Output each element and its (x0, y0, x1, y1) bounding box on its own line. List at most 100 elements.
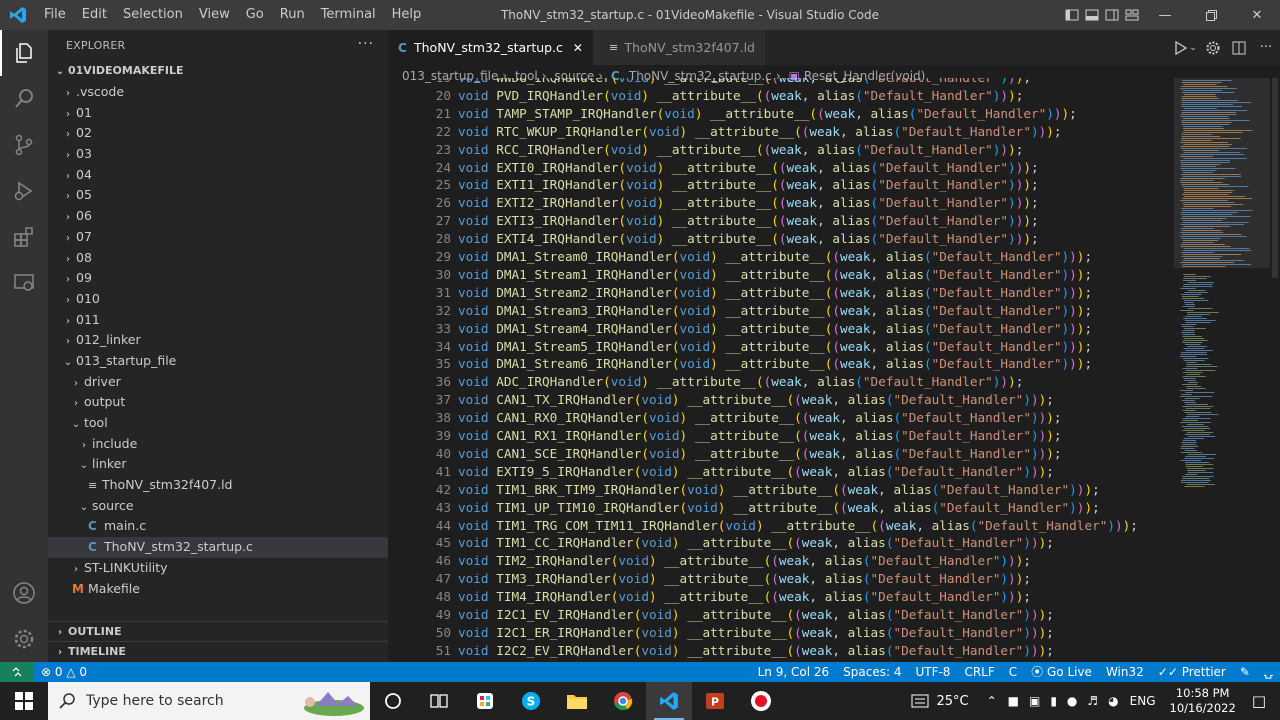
tree-folder[interactable]: › 09 (48, 268, 388, 289)
taskbar-search-box[interactable]: Type here to search (48, 682, 370, 720)
code-line[interactable]: 41 void EXTI9_5_IRQHandler(void) __attrib… (388, 463, 1174, 481)
code-line[interactable]: 33 void DMA1_Stream4_IRQHandler(void) __a… (388, 320, 1174, 338)
tree-folder[interactable]: › .vscode (48, 82, 388, 103)
code-line[interactable]: 39 void CAN1_RX1_IRQHandler(void) __attri… (388, 427, 1174, 445)
code-line[interactable]: 26 void EXTI2_IRQHandler(void) __attribut… (388, 194, 1174, 212)
tree-folder[interactable]: › 05 (48, 185, 388, 206)
code-line[interactable]: 23 void RCC_IRQHandler(void) __attribute_… (388, 141, 1174, 159)
code-line[interactable]: 48 void TIM4_IRQHandler(void) __attribute… (388, 588, 1174, 606)
platform[interactable]: Win32 (1099, 662, 1151, 682)
tree-folder[interactable]: › 08 (48, 248, 388, 269)
tree-folder[interactable]: › output (48, 392, 388, 413)
tree-folder[interactable]: ⌄ linker (48, 454, 388, 475)
more-actions-icon[interactable]: ··· (1252, 33, 1280, 63)
task-view-icon[interactable] (416, 682, 462, 720)
close-tab-icon[interactable]: ✕ (573, 41, 583, 55)
tree-folder[interactable]: › 02 (48, 123, 388, 144)
chevron-up-icon[interactable]: ⌃ (987, 694, 997, 708)
code-line[interactable]: 49 void I2C1_EV_IRQHandler(void) __attrib… (388, 606, 1174, 624)
code-line[interactable]: 30 void DMA1_Stream1_IRQHandler(void) __a… (388, 266, 1174, 284)
slack-app-icon[interactable] (462, 682, 508, 720)
tree-folder[interactable]: › driver (48, 372, 388, 393)
code-line[interactable]: 38 void CAN1_RX0_IRQHandler(void) __attri… (388, 409, 1174, 427)
tree-folder[interactable]: › 011 (48, 310, 388, 331)
explorer-icon[interactable] (0, 30, 48, 76)
code-line[interactable]: 36 void ADC_IRQHandler(void) __attribute_… (388, 373, 1174, 391)
meet-now-icon[interactable]: ■ (1008, 694, 1019, 708)
input-language[interactable]: ENG (1130, 694, 1156, 708)
outline-section[interactable]: › OUTLINE (48, 621, 388, 641)
code-line[interactable]: 19void WWDG_IRQHandler(void) __attribute… (388, 78, 1174, 87)
code-line[interactable]: 32 void DMA1_Stream3_IRQHandler(void) __a… (388, 302, 1174, 320)
tree-folder[interactable]: › ST-LINKUtility (48, 558, 388, 579)
menu-item-selection[interactable]: Selection (115, 0, 191, 30)
more-actions-icon[interactable]: ··· (358, 36, 374, 52)
feedback-icon[interactable]: ✎ (1233, 662, 1257, 682)
screen-recorder-icon[interactable] (738, 682, 784, 720)
windows-start-icon[interactable] (0, 682, 48, 720)
notification-center-icon[interactable]: □ (1252, 692, 1266, 710)
timeline-section[interactable]: › TIMELINE (48, 641, 388, 661)
file-explorer-icon[interactable] (554, 682, 600, 720)
vscode-app-icon[interactable] (646, 682, 692, 720)
cortana-icon[interactable] (370, 682, 416, 720)
code-line[interactable]: 50 void I2C1_ER_IRQHandler(void) __attrib… (388, 624, 1174, 642)
tree-folder[interactable]: › 01 (48, 103, 388, 124)
menu-item-view[interactable]: View (191, 0, 238, 30)
temperature[interactable]: 25°C (936, 694, 968, 709)
code-line[interactable]: 43 void TIM1_UP_TIM10_IRQHandler(void) __… (388, 499, 1174, 517)
tree-folder[interactable]: ⌄ source (48, 496, 388, 517)
scrollbar-thumb[interactable] (1272, 78, 1278, 278)
indentation[interactable]: Spaces: 4 (836, 662, 908, 682)
menu-item-terminal[interactable]: Terminal (313, 0, 384, 30)
toggle-secondary-sidebar-icon[interactable] (1102, 0, 1122, 30)
language-mode[interactable]: C (1002, 662, 1024, 682)
encoding[interactable]: UTF-8 (908, 662, 957, 682)
tree-file[interactable]: ≡ ThoNV_stm32f407.ld (48, 475, 388, 496)
source-control-icon[interactable] (0, 122, 48, 168)
code-line[interactable]: 25 void EXTI1_IRQHandler(void) __attribut… (388, 176, 1174, 194)
run-debug-icon[interactable] (0, 168, 48, 214)
cursor-position[interactable]: Ln 9, Col 26 (751, 662, 837, 682)
tree-folder[interactable]: › 07 (48, 227, 388, 248)
prettier-status[interactable]: ✓✓ Prettier (1151, 662, 1233, 682)
accounts-icon[interactable] (0, 570, 48, 616)
tree-folder[interactable]: ⌄ 013_startup_file (48, 351, 388, 372)
code-line[interactable]: 40 void CAN1_SCE_IRQHandler(void) __attri… (388, 445, 1174, 463)
battery-icon[interactable]: ▮ (1050, 694, 1057, 708)
chrome-app-icon[interactable] (600, 682, 646, 720)
microphone-icon[interactable]: ● (1067, 694, 1077, 708)
tab-startup-c[interactable]: C ThoNV_stm32_startup.c ✕ (388, 30, 593, 65)
code-line[interactable]: 22 void RTC_WKUP_IRQHandler(void) __attri… (388, 123, 1174, 141)
toggle-panel-icon[interactable] (1082, 0, 1102, 30)
tree-folder[interactable]: › 06 (48, 206, 388, 227)
problems-indicator[interactable]: ⊗ 0 △ 0 (34, 662, 94, 682)
menu-item-file[interactable]: File (36, 0, 74, 30)
code-line[interactable]: 20 void PVD_IRQHandler(void) __attribute_… (388, 87, 1174, 105)
code-line[interactable]: 37 void CAN1_TX_IRQHandler(void) __attrib… (388, 391, 1174, 409)
tree-folder[interactable]: › include (48, 434, 388, 455)
code-line[interactable]: 44 void TIM1_TRG_COM_TIM11_IRQHandler(voi… (388, 517, 1174, 535)
code-line[interactable]: 21 void TAMP_STAMP_IRQHandler(void) __att… (388, 105, 1174, 123)
skype-app-icon[interactable]: S (508, 682, 554, 720)
code-line[interactable]: 35 void DMA1_Stream6_IRQHandler(void) __a… (388, 355, 1174, 373)
settings-gear-icon[interactable] (1200, 33, 1226, 63)
run-code-icon[interactable]: ⌄ (1170, 33, 1200, 63)
code-line[interactable]: 34 void DMA1_Stream5_IRQHandler(void) __a… (388, 338, 1174, 356)
code-line[interactable]: 31 void DMA1_Stream2_IRQHandler(void) __a… (388, 284, 1174, 302)
code-line[interactable]: 51 void I2C2_EV_IRQHandler(void) __attrib… (388, 642, 1174, 660)
remote-explorer-icon[interactable] (0, 260, 48, 306)
code-line[interactable]: 45 void TIM1_CC_IRQHandler(void) __attrib… (388, 534, 1174, 552)
extensions-icon[interactable] (0, 214, 48, 260)
minimize-button[interactable]: — (1142, 0, 1188, 30)
tree-file[interactable]: C ThoNV_stm32_startup.c (48, 537, 388, 558)
clock[interactable]: 10:58 PM 10/16/2022 (1162, 686, 1244, 716)
menu-item-go[interactable]: Go (238, 0, 272, 30)
code-line[interactable]: 47 void TIM3_IRQHandler(void) __attribute… (388, 570, 1174, 588)
tree-file[interactable]: M Makefile (48, 579, 388, 600)
code-line[interactable]: 27 void EXTI3_IRQHandler(void) __attribut… (388, 212, 1174, 230)
menu-item-edit[interactable]: Edit (74, 0, 115, 30)
split-editor-icon[interactable] (1226, 33, 1252, 63)
code-line[interactable]: 24 void EXTI0_IRQHandler(void) __attribut… (388, 159, 1174, 177)
weather-icon[interactable] (904, 682, 936, 720)
